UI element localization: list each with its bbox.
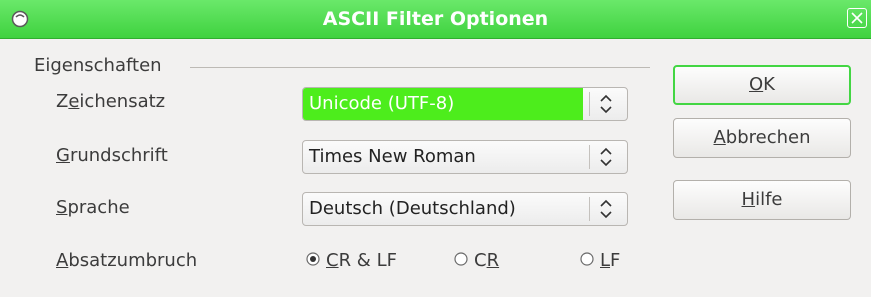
spinner-arrows-icon[interactable] [595,91,617,117]
spinner-arrows-icon[interactable] [595,196,617,222]
combo-separator [589,197,590,221]
radio-crlf[interactable]: CR & LF [306,244,397,278]
language-select[interactable]: Deutsch (Deutschland) [302,192,628,226]
language-label: Sprache [56,197,130,218]
font-select[interactable]: Times New Roman [302,140,628,174]
close-icon [851,12,863,24]
charset-select[interactable]: Unicode (UTF-8) [302,87,628,121]
font-label: Grundschrift [56,145,168,166]
radio-cr[interactable]: CR [454,244,499,278]
language-value: Deutsch (Deutschland) [309,198,516,219]
window-title: ASCII Filter Optionen [322,8,549,30]
combo-separator [589,92,590,116]
help-button[interactable]: Hilfe [673,180,851,220]
combo-separator [589,145,590,169]
radio-checked-icon [306,252,320,266]
ok-button[interactable]: OK [673,65,851,105]
charset-value: Unicode (UTF-8) [303,88,583,120]
radio-unchecked-icon [580,252,594,266]
cancel-button[interactable]: Abbrechen [673,118,851,158]
font-value: Times New Roman [309,146,476,167]
paragraph-break-label: Absatzumbruch [56,250,198,271]
radio-unchecked-icon [454,252,468,266]
title-bar: ASCII Filter Optionen [0,0,871,39]
charset-label: Zeichensatz [56,91,166,112]
properties-group-label: Eigenschaften [34,55,162,76]
spinner-arrows-icon[interactable] [595,144,617,170]
close-button[interactable] [847,8,867,28]
radio-lf[interactable]: LF [580,244,620,278]
group-separator [190,67,650,68]
